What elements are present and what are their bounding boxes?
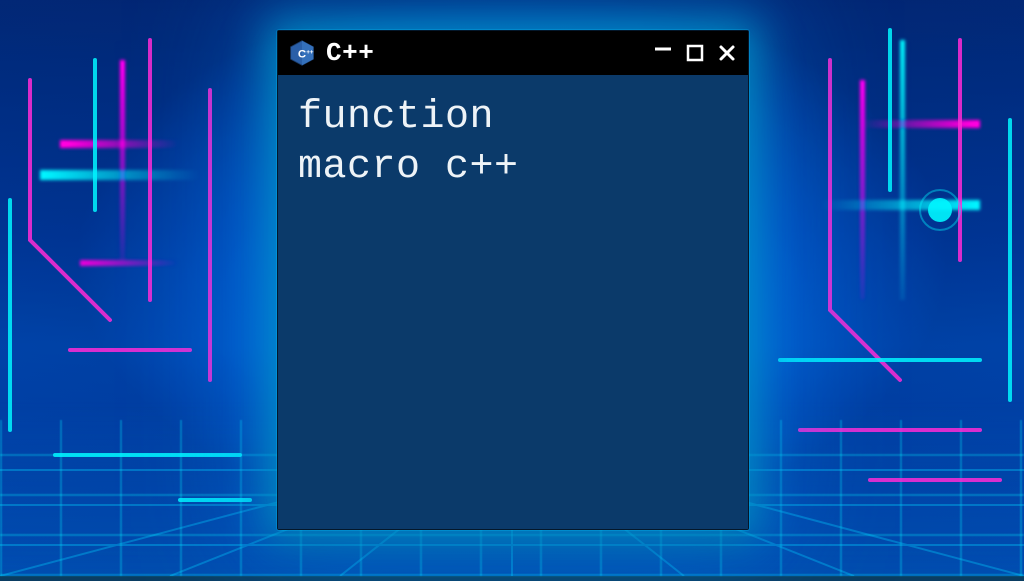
svg-text:C: C <box>298 48 306 60</box>
cpp-hex-icon: C + + <box>288 39 316 67</box>
terminal-body[interactable]: function macro c++ <box>278 75 748 529</box>
window-title: C++ <box>326 38 642 68</box>
window-controls <box>652 42 738 64</box>
terminal-content: function macro c++ <box>298 93 728 193</box>
window-titlebar[interactable]: C + + C++ <box>278 31 748 75</box>
close-button[interactable] <box>716 42 738 64</box>
maximize-button[interactable] <box>684 42 706 64</box>
svg-text:+: + <box>310 49 314 56</box>
minimize-button[interactable] <box>652 38 674 60</box>
terminal-window: C + + C++ function macro c++ <box>277 30 749 530</box>
